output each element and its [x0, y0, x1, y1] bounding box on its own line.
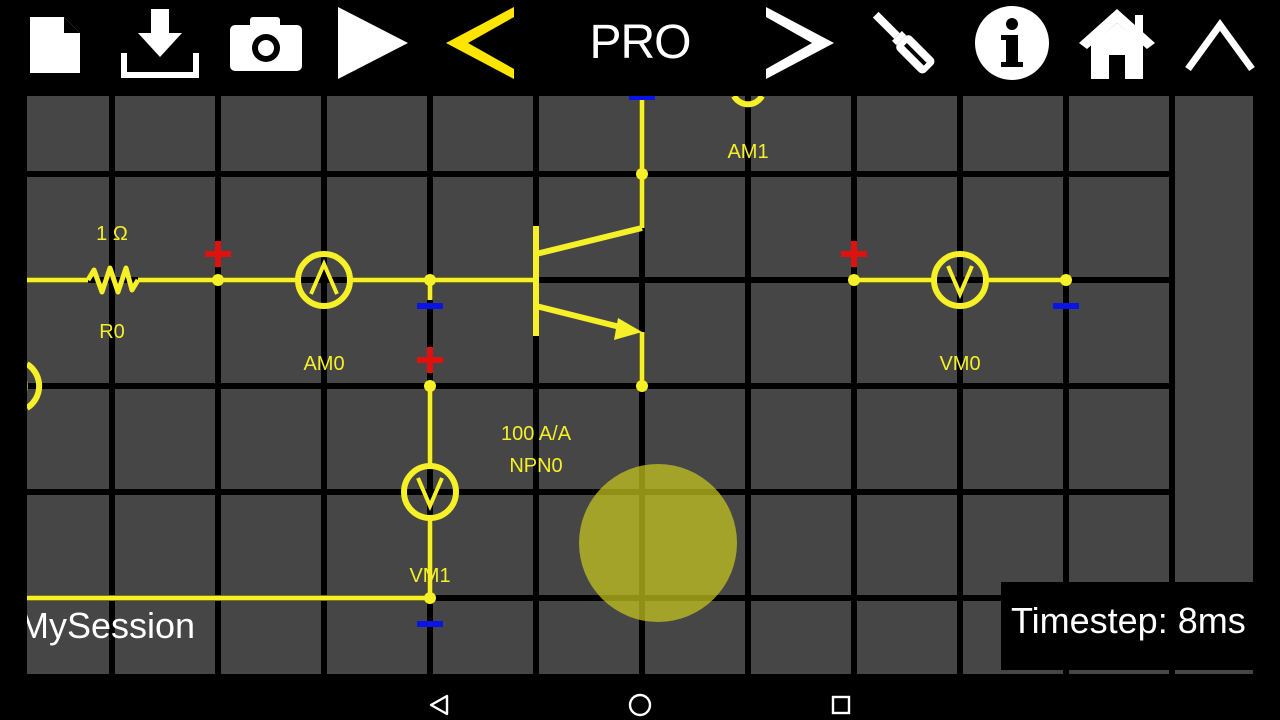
timestep-panel: Timestep: 8ms	[1001, 582, 1253, 670]
camera-icon	[230, 17, 302, 71]
previous-button[interactable]	[440, 0, 520, 86]
circle-home-icon	[628, 693, 652, 717]
file-icon	[30, 17, 80, 73]
transistor-name-label: NPN0	[509, 455, 562, 477]
nav-home-button[interactable]	[625, 690, 655, 720]
square-recents-icon	[831, 695, 851, 715]
transistor-gain-label: 100 A/A	[501, 423, 572, 445]
collapse-button[interactable]	[1180, 0, 1260, 86]
ammeter1-name-label: AM1	[727, 141, 768, 163]
play-button[interactable]	[330, 0, 414, 86]
ammeter0-name-label: AM0	[303, 353, 344, 375]
download-icon	[121, 9, 199, 78]
nav-back-button[interactable]	[424, 690, 454, 720]
info-button[interactable]	[970, 0, 1054, 86]
chevron-right-icon	[766, 7, 834, 79]
toolbar: PRO	[0, 0, 1280, 96]
download-button[interactable]	[116, 0, 204, 86]
chevron-up-icon	[1185, 19, 1255, 72]
resistor-name-label: R0	[99, 321, 125, 343]
app-window: PRO 1 Ω R0 AM0 AM1 100 A/A NPN0 VM0 VM1 …	[0, 0, 1280, 720]
new-file-button[interactable]	[22, 0, 86, 86]
play-icon	[338, 7, 408, 79]
touch-indicator	[579, 464, 737, 622]
system-navigation-bar	[0, 674, 1280, 720]
voltmeter0-name-label: VM0	[939, 353, 980, 375]
screwdriver-icon	[872, 11, 935, 74]
triangle-back-icon	[429, 694, 449, 716]
voltmeter1-name-label: VM1	[409, 565, 450, 587]
home-icon	[1079, 9, 1155, 79]
pro-title: PRO	[589, 15, 691, 69]
chevron-left-icon	[446, 7, 514, 79]
info-icon	[975, 6, 1049, 80]
home-button[interactable]	[1074, 0, 1160, 86]
timestep-label: Timestep: 8ms	[1011, 600, 1246, 641]
next-button[interactable]	[760, 0, 840, 86]
nav-recents-button[interactable]	[826, 690, 856, 720]
circuit-canvas[interactable]: 1 Ω R0 AM0 AM1 100 A/A NPN0 VM0 VM1 MySe…	[27, 96, 1253, 674]
screenshot-button[interactable]	[224, 0, 308, 86]
session-name: MySession	[27, 605, 196, 646]
resistor-value-label: 1 Ω	[96, 223, 128, 245]
tools-button[interactable]	[864, 0, 944, 86]
